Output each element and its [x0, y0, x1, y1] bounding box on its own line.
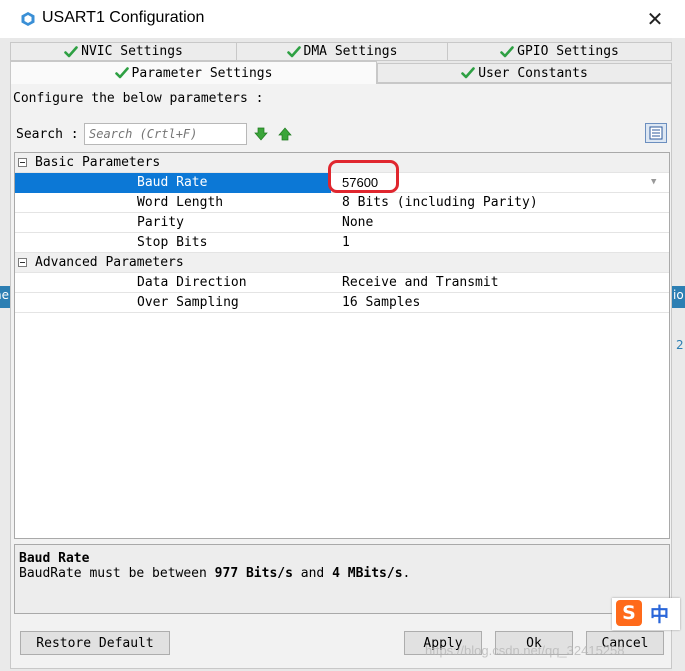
tab-gpio-settings[interactable]: GPIO Settings — [447, 42, 672, 61]
list-view-icon — [649, 126, 663, 140]
tab-dma-settings[interactable]: DMA Settings — [236, 42, 448, 61]
description-text-part: and — [292, 566, 333, 581]
param-name: Over Sampling — [137, 295, 239, 310]
tab-label: User Constants — [478, 65, 588, 81]
sogou-logo-icon: S — [616, 600, 642, 626]
dropdown-arrow-icon[interactable]: ▼ — [651, 177, 656, 187]
search-label: Search : — [16, 127, 79, 142]
restore-default-button[interactable]: Restore Default — [20, 631, 170, 655]
ime-indicator[interactable]: S 中 — [612, 598, 680, 630]
param-name: Parity — [137, 215, 184, 230]
param-name: Baud Rate — [137, 175, 208, 190]
close-icon: ✕ — [646, 7, 664, 31]
param-name: Data Direction — [137, 275, 247, 290]
param-value: 1 — [342, 235, 350, 250]
parent-window-left-edge: ne — [0, 38, 10, 671]
param-value: 8 Bits (including Parity) — [342, 195, 538, 210]
description-max-value: 4 MBits/s — [332, 566, 403, 581]
param-row-word-length[interactable]: Word Length 8 Bits (including Parity) — [15, 193, 669, 213]
param-name: Stop Bits — [137, 235, 208, 250]
tab-parameter-settings[interactable]: Parameter Settings — [10, 61, 377, 84]
ime-mode-label: 中 — [650, 604, 670, 626]
tab-user-constants[interactable]: User Constants — [377, 63, 672, 83]
tab-nvic-settings[interactable]: NVIC Settings — [10, 42, 237, 61]
close-button[interactable]: ✕ — [640, 4, 670, 34]
parameter-table: Basic Parameters Baud Rate ▼ Word Length… — [14, 152, 670, 539]
title-bar: USART1 Configuration ✕ — [0, 0, 685, 38]
configure-label: Configure the below parameters : — [13, 91, 264, 106]
arrow-up-icon[interactable] — [278, 127, 292, 141]
list-view-toggle-button[interactable] — [645, 123, 667, 143]
search-input[interactable] — [84, 123, 247, 145]
description-min-value: 977 Bits/s — [214, 566, 293, 581]
param-name: Word Length — [137, 195, 224, 210]
group-row-advanced-parameters[interactable]: Advanced Parameters — [15, 253, 669, 273]
annotation-highlight-ring — [328, 160, 399, 193]
tab-label: NVIC Settings — [81, 44, 183, 59]
check-icon — [461, 67, 476, 79]
parent-window-text-fragment: 2 — [676, 338, 684, 352]
parent-window-text-fragment: io — [673, 288, 684, 302]
param-row-parity[interactable]: Parity None — [15, 213, 669, 233]
tab-label: Parameter Settings — [131, 65, 273, 81]
description-text: BaudRate must be between 977 Bits/s and … — [19, 566, 665, 581]
param-value: Receive and Transmit — [342, 275, 499, 290]
description-text-part: . — [402, 566, 411, 581]
check-icon — [64, 45, 78, 57]
window-title: USART1 Configuration — [42, 9, 205, 26]
parent-window-right-edge: io 2 — [672, 38, 685, 671]
param-row-data-direction[interactable]: Data Direction Receive and Transmit — [15, 273, 669, 293]
group-name: Advanced Parameters — [35, 255, 184, 270]
description-text-part: BaudRate must be between — [19, 566, 215, 581]
arrow-down-icon[interactable] — [254, 127, 268, 141]
watermark-text: https://blog.csdn.net/qq_32415258 — [425, 643, 625, 658]
description-title: Baud Rate — [19, 551, 90, 566]
param-row-over-sampling[interactable]: Over Sampling 16 Samples — [15, 293, 669, 313]
param-value: 16 Samples — [342, 295, 421, 310]
group-name: Basic Parameters — [35, 155, 161, 170]
check-icon — [114, 67, 129, 79]
check-icon — [286, 45, 301, 57]
collapse-icon[interactable] — [18, 158, 27, 167]
description-panel: Baud Rate BaudRate must be between 977 B… — [14, 544, 670, 614]
tab-label: DMA Settings — [303, 44, 398, 59]
param-value: None — [342, 215, 374, 230]
collapse-icon[interactable] — [18, 258, 27, 267]
parent-window-text-fragment: ne — [0, 288, 9, 302]
param-row-stop-bits[interactable]: Stop Bits 1 — [15, 233, 669, 253]
tab-label: GPIO Settings — [517, 44, 619, 59]
app-cube-icon — [21, 12, 35, 26]
check-icon — [500, 45, 514, 57]
